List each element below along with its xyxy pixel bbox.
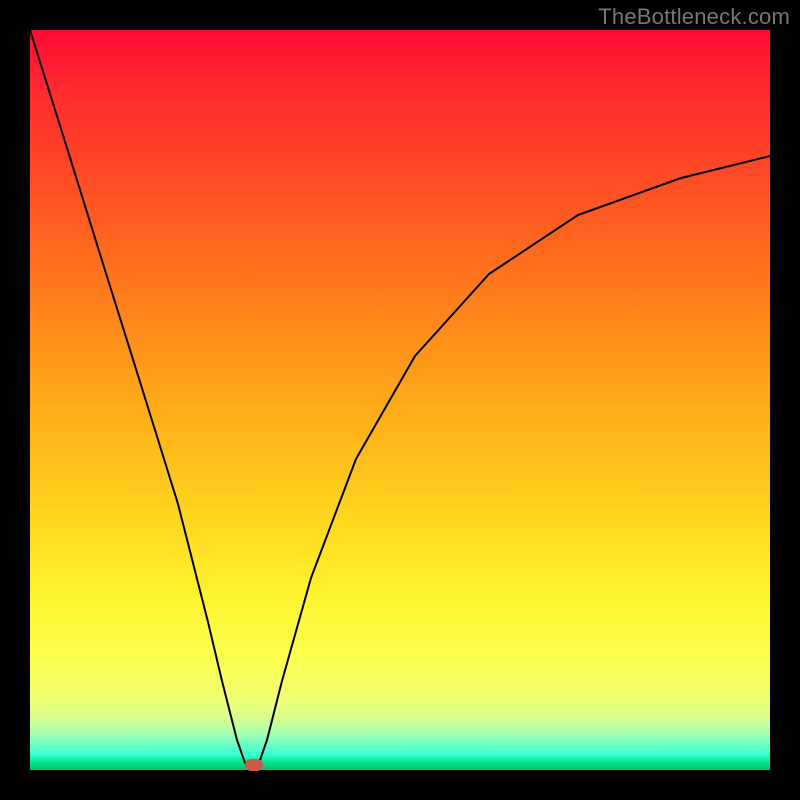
plot-area [30,30,770,770]
chart-frame: TheBottleneck.com [0,0,800,800]
minimum-marker [245,759,263,771]
watermark-text: TheBottleneck.com [598,4,790,30]
curve-layer [30,30,770,770]
bottleneck-curve [30,30,770,766]
